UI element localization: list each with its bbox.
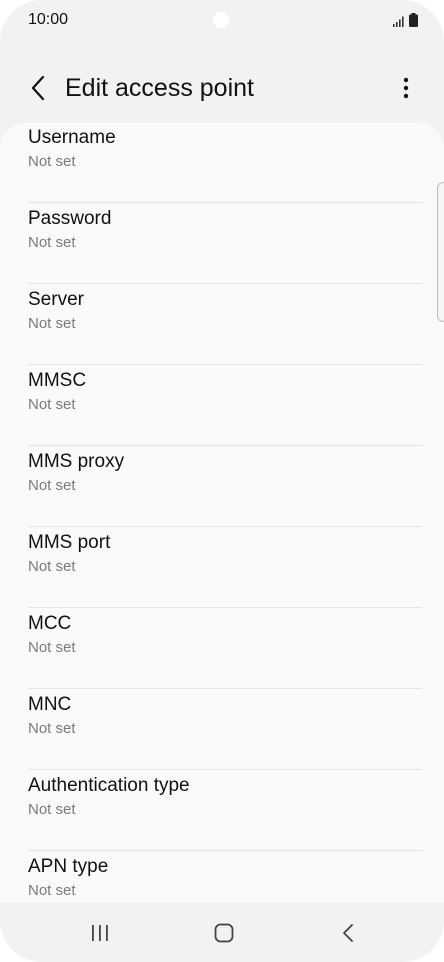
home-icon [214,923,234,943]
setting-label: Username [28,127,116,148]
back-nav-button[interactable] [328,917,368,949]
setting-label: Authentication type [28,775,190,796]
settings-list-card: Username Not set Password Not set Server… [0,123,444,903]
setting-item-username[interactable]: Username Not set [28,123,422,203]
setting-item-server[interactable]: Server Not set [28,284,422,365]
setting-label: MMSC [28,370,87,391]
phone-screen: 10:00 Edit access point Username Not set… [0,0,444,962]
setting-label: APN type [28,856,109,877]
chevron-left-icon [31,75,45,101]
setting-value: Not set [28,720,76,737]
status-time: 10:00 [28,11,69,28]
setting-value: Not set [28,801,76,818]
status-bar: 10:00 [0,0,444,40]
recent-apps-icon [92,925,108,941]
page-title: Edit access point [65,74,254,102]
setting-value: Not set [28,153,76,170]
setting-label: Password [28,208,112,229]
setting-value: Not set [28,882,76,899]
back-button[interactable] [22,72,54,104]
recent-apps-button[interactable] [80,917,120,949]
setting-item-mnc[interactable]: MNC Not set [28,689,422,770]
setting-item-apn-type[interactable]: APN type Not set [28,851,422,903]
setting-item-mms-proxy[interactable]: MMS proxy Not set [28,446,422,527]
settings-list: Username Not set Password Not set Server… [0,123,444,903]
status-icons [393,13,418,27]
setting-label: Server [28,289,84,310]
app-header: Edit access point [0,60,444,116]
setting-value: Not set [28,639,76,656]
setting-value: Not set [28,477,76,494]
setting-item-authentication-type[interactable]: Authentication type Not set [28,770,422,851]
setting-label: MNC [28,694,72,715]
setting-value: Not set [28,396,76,413]
setting-value: Not set [28,315,76,332]
setting-label: MMS port [28,532,111,553]
battery-icon [409,13,418,27]
setting-item-password[interactable]: Password Not set [28,203,422,284]
setting-item-mms-port[interactable]: MMS port Not set [28,527,422,608]
setting-value: Not set [28,234,76,251]
setting-label: MCC [28,613,72,634]
camera-cutout [213,12,229,28]
setting-label: MMS proxy [28,451,125,472]
scrollbar[interactable] [437,182,444,322]
navigation-bar [0,903,444,962]
back-icon [343,924,353,942]
signal-icon [393,16,404,27]
home-button[interactable] [204,917,244,949]
more-options-button[interactable] [392,72,420,104]
setting-item-mcc[interactable]: MCC Not set [28,608,422,689]
setting-value: Not set [28,558,76,575]
setting-item-mmsc[interactable]: MMSC Not set [28,365,422,446]
more-vertical-icon [403,77,409,99]
